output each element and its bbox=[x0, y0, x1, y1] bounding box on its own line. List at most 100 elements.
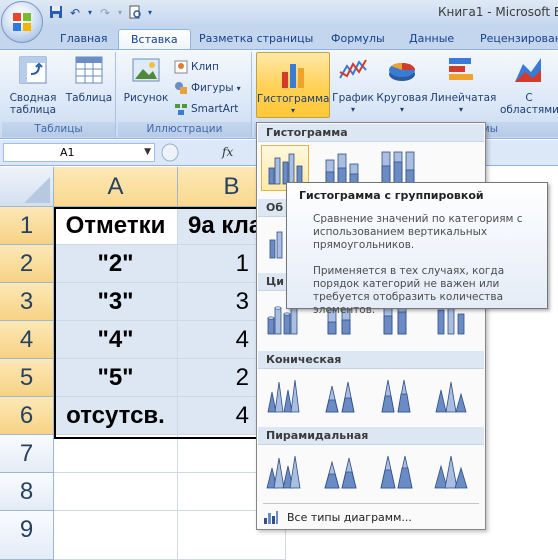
line-chart-icon bbox=[339, 59, 367, 79]
customize-qat-icon[interactable]: ▾ bbox=[146, 5, 154, 21]
tab-formulas[interactable]: Формулы bbox=[331, 29, 385, 50]
area-chart-icon bbox=[515, 58, 541, 82]
table-icon bbox=[75, 56, 103, 84]
pivot-table-label-1: Сводная bbox=[9, 92, 57, 104]
pyramid-3d-icon bbox=[434, 455, 468, 489]
tab-home[interactable]: Главная bbox=[60, 29, 108, 50]
line-chart-dropdown-icon: ▾ bbox=[350, 105, 355, 114]
picture-label: Рисунок bbox=[123, 92, 169, 104]
picture-button[interactable]: Рисунок bbox=[122, 54, 170, 104]
group-tables: Сводная таблица Таблица Таблицы bbox=[2, 52, 116, 138]
cell-a7[interactable] bbox=[54, 435, 178, 473]
formula-bar-grip-icon bbox=[161, 143, 179, 162]
print-preview-icon[interactable] bbox=[127, 5, 143, 21]
gallery-separator bbox=[263, 503, 479, 504]
cone-100-stacked-option[interactable] bbox=[373, 373, 421, 419]
row-header-4[interactable]: 4 bbox=[0, 321, 54, 359]
redo-icon[interactable]: ↷ bbox=[97, 5, 113, 21]
undo-icon[interactable]: ↶ bbox=[67, 5, 83, 21]
redo-dropdown-icon[interactable]: ▾ bbox=[116, 5, 124, 21]
column-chart-icon bbox=[282, 64, 304, 88]
smartart-button[interactable]: SmartArt bbox=[174, 100, 238, 118]
tab-review[interactable]: Рецензирован bbox=[480, 29, 558, 50]
shapes-button[interactable]: Фигуры ▾ bbox=[174, 79, 241, 97]
undo-dropdown-icon[interactable]: ▾ bbox=[86, 5, 94, 21]
clip-button[interactable]: Клип bbox=[174, 58, 219, 76]
cone-clustered-option[interactable] bbox=[261, 373, 309, 419]
bar-chart-button[interactable]: Линейчатая ▾ bbox=[430, 54, 497, 116]
section-cone: Коническая bbox=[258, 351, 484, 369]
cell-a4[interactable]: "4" bbox=[54, 321, 178, 359]
row-header-1[interactable]: 1 bbox=[0, 207, 54, 245]
pie-chart-icon bbox=[389, 62, 415, 81]
title-bar: ↶ ▾ ↷ ▾ ▾ Книга1 - Microsoft Ex bbox=[0, 0, 558, 26]
table-label: Таблица bbox=[65, 92, 113, 104]
office-button[interactable] bbox=[1, 1, 43, 43]
clip-icon bbox=[174, 60, 188, 74]
name-box[interactable]: A1 ▼ bbox=[3, 143, 155, 162]
cone-100-stacked-icon bbox=[381, 379, 411, 413]
line-chart-button[interactable]: График ▾ bbox=[332, 54, 374, 116]
name-box-value: A1 bbox=[60, 146, 75, 159]
row-header-2[interactable]: 2 bbox=[0, 245, 54, 283]
row-header-9[interactable]: 9 bbox=[0, 511, 54, 560]
cone-clustered-icon bbox=[267, 379, 300, 413]
tab-page-layout[interactable]: Разметка страницы bbox=[199, 29, 313, 50]
histogram-button[interactable]: Гистограмма ▾ bbox=[256, 52, 330, 118]
area-chart-label-2: областями bbox=[500, 104, 558, 116]
row-header-8[interactable]: 8 bbox=[0, 473, 54, 511]
cone-stacked-option[interactable] bbox=[317, 373, 365, 419]
cell-a1[interactable]: Отметки bbox=[54, 207, 178, 245]
column-header-a[interactable]: A bbox=[54, 167, 178, 207]
pyramid-100-stacked-icon bbox=[380, 455, 413, 489]
row-header-6[interactable]: 6 bbox=[0, 397, 54, 435]
pyramid-clustered-option[interactable] bbox=[261, 449, 309, 495]
pyramid-clustered-icon bbox=[266, 455, 301, 489]
pie-chart-button[interactable]: Круговая ▾ bbox=[376, 54, 428, 116]
pyramid-100-stacked-option[interactable] bbox=[373, 449, 421, 495]
row-header-5[interactable]: 5 bbox=[0, 359, 54, 397]
all-chart-types-button[interactable]: Все типы диаграмм... bbox=[263, 507, 412, 527]
line-chart-label: График bbox=[332, 92, 374, 104]
bar-chart-icon bbox=[449, 58, 473, 80]
pivot-table-button[interactable]: Сводная таблица bbox=[6, 54, 60, 116]
area-chart-button[interactable]: С областями bbox=[500, 54, 558, 116]
pivot-table-label-2: таблица bbox=[9, 104, 57, 116]
pyramid-stacked-option[interactable] bbox=[317, 449, 365, 495]
chart-types-icon bbox=[264, 511, 278, 524]
cell-a5[interactable]: "5" bbox=[54, 359, 178, 397]
pie-chart-label: Круговая bbox=[376, 92, 428, 104]
section-histogram: Гистограмма bbox=[258, 124, 484, 142]
cone-3d-icon bbox=[435, 381, 467, 413]
cell-a3[interactable]: "3" bbox=[54, 283, 178, 321]
select-all-button[interactable] bbox=[0, 167, 54, 207]
cell-a2[interactable]: "2" bbox=[54, 245, 178, 283]
row-header-3[interactable]: 3 bbox=[0, 283, 54, 321]
pie-chart-dropdown-icon: ▾ bbox=[399, 105, 404, 114]
smartart-label: SmartArt bbox=[191, 103, 239, 115]
cone-stacked-icon bbox=[325, 381, 355, 413]
tab-data[interactable]: Данные bbox=[409, 29, 454, 50]
tab-insert[interactable]: Вставка bbox=[118, 29, 191, 50]
quick-access-toolbar: ↶ ▾ ↷ ▾ ▾ bbox=[48, 4, 154, 22]
bar-chart-dropdown-icon: ▾ bbox=[458, 105, 463, 114]
shapes-icon bbox=[175, 82, 187, 94]
shapes-label: Фигуры bbox=[191, 82, 234, 94]
save-icon[interactable] bbox=[48, 5, 64, 21]
pyramid-3d-option[interactable] bbox=[429, 449, 477, 495]
cone-3d-option[interactable] bbox=[429, 373, 477, 419]
table-button[interactable]: Таблица bbox=[64, 54, 114, 104]
name-box-dropdown-icon[interactable]: ▼ bbox=[144, 144, 151, 161]
group-tables-label: Таблицы bbox=[2, 122, 115, 137]
cell-a6[interactable]: отсутсв. bbox=[54, 397, 178, 435]
bar-chart-label: Линейчатая bbox=[430, 92, 497, 104]
cell-a8[interactable] bbox=[54, 473, 178, 511]
tooltip-title: Гистограмма с группировкой bbox=[299, 189, 484, 202]
all-chart-types-label: Все типы диаграмм... bbox=[287, 510, 412, 524]
cell-a9[interactable] bbox=[54, 511, 178, 560]
smartart-icon bbox=[175, 104, 187, 115]
picture-icon bbox=[132, 58, 160, 82]
row-header-7[interactable]: 7 bbox=[0, 435, 54, 473]
group-illustrations-label: Иллюстрации bbox=[118, 122, 251, 137]
insert-function-icon[interactable]: fx bbox=[222, 145, 233, 159]
